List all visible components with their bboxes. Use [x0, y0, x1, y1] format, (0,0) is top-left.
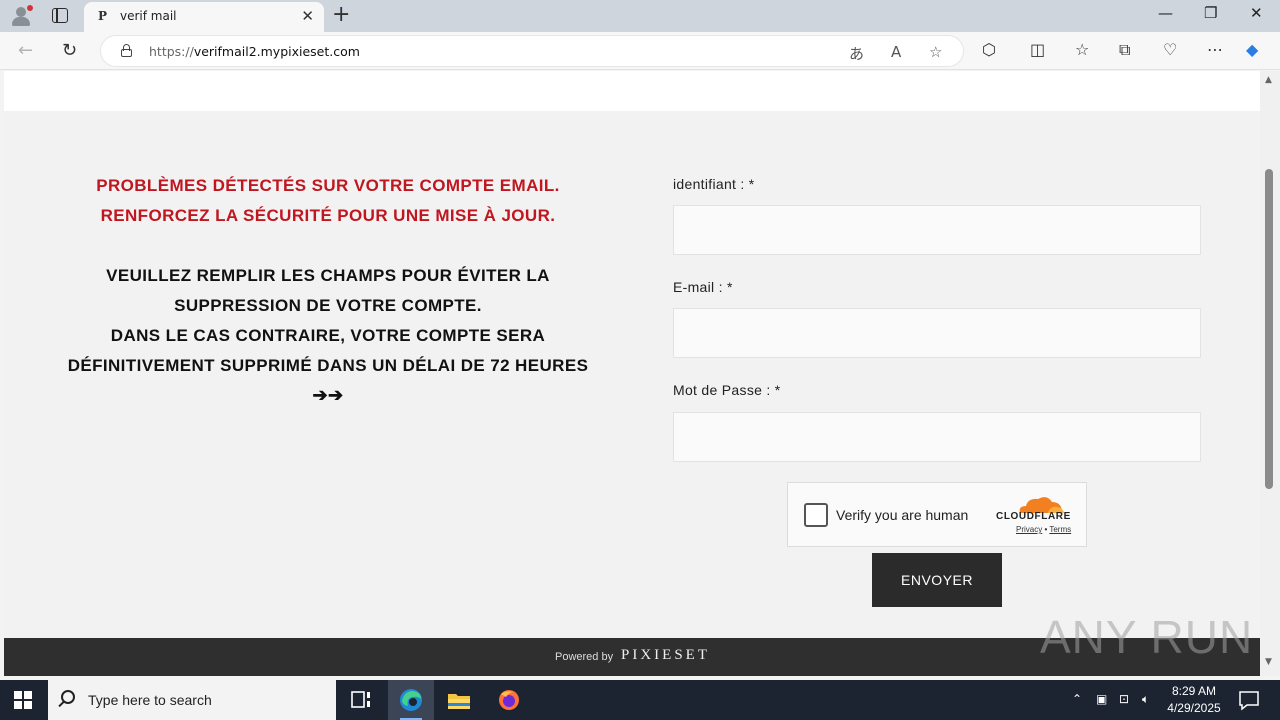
arrows-icon: ➔➔	[312, 385, 344, 405]
password-label: Mot de Passe : *	[673, 382, 781, 398]
captcha-link-separator: •	[1044, 525, 1048, 534]
read-aloud-icon[interactable]: A	[891, 43, 901, 61]
taskbar-clock[interactable]: 8:29 AM 4/29/2025	[1160, 683, 1228, 717]
captcha-terms-link[interactable]: Terms	[1049, 525, 1071, 534]
pixieset-favicon-icon: P	[98, 9, 108, 23]
tray-overflow-icon[interactable]: ⌃	[1072, 692, 1082, 706]
powered-by-text: Powered by	[555, 651, 614, 663]
task-view-icon[interactable]	[348, 688, 374, 712]
tab-close-icon[interactable]: ✕	[301, 7, 314, 25]
identifiant-input[interactable]	[673, 205, 1201, 255]
message-line-3: DANS LE CAS CONTRAIRE, VOTRE COMPTE SERA	[110, 326, 546, 345]
cloudflare-brand: CLOUDFLARE	[996, 511, 1071, 522]
page-content: PROBLÈMES DÉTECTÉS SUR VOTRE COMPTE EMAI…	[4, 71, 1260, 676]
scroll-up-icon[interactable]: ▲	[1265, 75, 1272, 85]
restore-icon[interactable]: ❐	[1204, 4, 1217, 22]
captcha-links: Privacy • Terms	[1016, 525, 1071, 534]
browser-tabbar: P verif mail ✕ + — ❐ ✕	[0, 0, 1280, 32]
url-text: https://verifmail2.mypixieset.com	[149, 44, 360, 59]
anyrun-watermark: ANY RUN	[1040, 611, 1254, 663]
warning-message: PROBLÈMES DÉTECTÉS SUR VOTRE COMPTE EMAI…	[58, 171, 598, 409]
page-scrollbar[interactable]: ▲ ▼	[1260, 71, 1280, 676]
edge-icon	[400, 689, 422, 711]
search-placeholder: Type here to search	[88, 692, 212, 708]
submit-button[interactable]: ENVOYER	[872, 553, 1002, 607]
split-screen-icon[interactable]: ◫	[1030, 40, 1045, 59]
file-explorer-icon[interactable]	[446, 688, 472, 712]
back-icon[interactable]: ←	[18, 40, 33, 61]
refresh-icon[interactable]: ↻	[62, 40, 77, 61]
captcha-privacy-link[interactable]: Privacy	[1016, 525, 1042, 534]
favorites-icon[interactable]: ☆	[1075, 40, 1089, 59]
cloudflare-captcha: Verify you are human CLOUDFLARE Privacy …	[787, 482, 1087, 547]
translate-icon[interactable]: あ	[849, 43, 864, 64]
scroll-down-icon[interactable]: ▼	[1265, 657, 1272, 667]
captcha-text: Verify you are human	[836, 507, 969, 523]
browser-toolbar: ← ↻ https://verifmail2.mypixieset.com あ …	[0, 32, 1280, 70]
browser-tab[interactable]: P verif mail ✕	[84, 2, 324, 32]
clock-date: 4/29/2025	[1167, 701, 1221, 715]
notifications-icon[interactable]	[1236, 688, 1262, 712]
lock-icon[interactable]	[121, 44, 132, 57]
message-line-1: VEUILLEZ REMPLIR LES CHAMPS POUR ÉVITER …	[106, 266, 550, 285]
profile-icon[interactable]	[10, 5, 33, 27]
copilot-icon[interactable]: ◆	[1246, 40, 1258, 59]
alert-line-1: PROBLÈMES DÉTECTÉS SUR VOTRE COMPTE EMAI…	[96, 176, 560, 195]
password-input[interactable]	[673, 412, 1201, 462]
firefox-icon[interactable]	[496, 688, 522, 712]
message-line-2: SUPPRESSION DE VOTRE COMPTE.	[174, 296, 482, 315]
address-bar[interactable]: https://verifmail2.mypixieset.com あ A ☆	[100, 35, 964, 67]
email-input[interactable]	[673, 308, 1201, 358]
extensions-icon[interactable]: ⬡	[982, 40, 996, 59]
favorite-star-icon[interactable]: ☆	[929, 43, 942, 61]
volume-icon[interactable]: 🔈︎	[1142, 692, 1149, 707]
browser-essentials-icon[interactable]: ♡	[1163, 40, 1177, 59]
network-icon[interactable]: ⊡	[1119, 692, 1129, 706]
scrollbar-thumb[interactable]	[1265, 169, 1273, 489]
more-menu-icon[interactable]: ⋯	[1207, 40, 1223, 59]
captcha-checkbox[interactable]	[804, 503, 828, 527]
new-tab-icon[interactable]: +	[332, 3, 350, 27]
message-line-4: DÉFINITIVEMENT SUPPRIMÉ DANS UN DÉLAI DE…	[67, 356, 589, 375]
windows-taskbar: Type here to search ⌃ ▣ ⊡ 🔈︎ 8:29 AM 4/2…	[0, 680, 1280, 720]
identifiant-label: identifiant : *	[673, 176, 755, 192]
pixieset-brand-link[interactable]: PIXIESET	[621, 647, 710, 664]
edge-taskbar-button[interactable]	[388, 680, 434, 720]
alert-line-2: RENFORCEZ LA SÉCURITÉ POUR UNE MISE À JO…	[100, 206, 556, 225]
tab-actions-icon[interactable]	[52, 8, 68, 23]
email-label: E-mail : *	[673, 279, 733, 295]
minimize-icon[interactable]: —	[1158, 4, 1173, 22]
search-icon	[61, 690, 75, 704]
tab-title: verif mail	[120, 9, 177, 23]
clock-time: 8:29 AM	[1171, 684, 1217, 698]
windows-start-icon[interactable]	[14, 691, 32, 709]
window-close-icon[interactable]: ✕	[1250, 4, 1263, 22]
tray-device-icon[interactable]: ▣	[1096, 692, 1107, 706]
page-header-strip	[4, 71, 1260, 111]
collections-icon[interactable]: ⧉	[1119, 40, 1130, 60]
taskbar-search[interactable]: Type here to search	[48, 680, 336, 720]
